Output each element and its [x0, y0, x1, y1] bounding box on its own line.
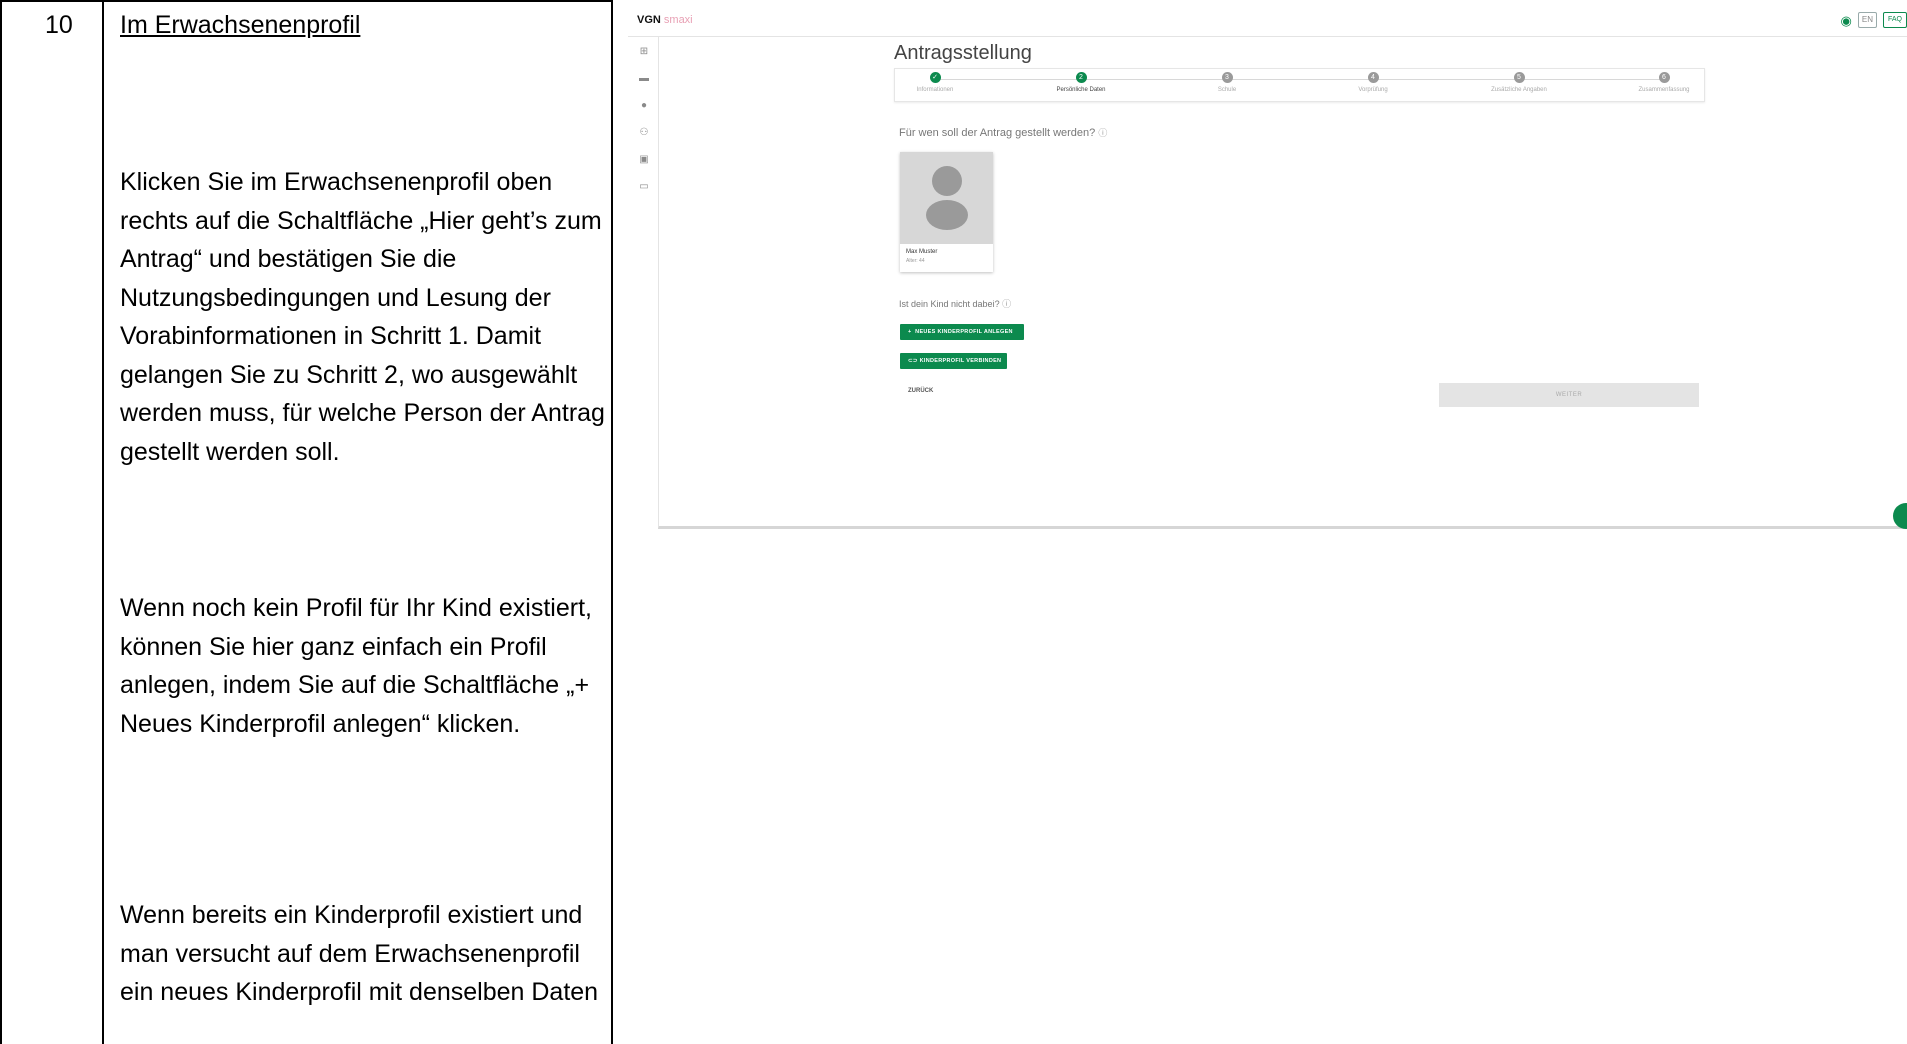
person-icon[interactable]: ●: [638, 100, 650, 112]
help-icon[interactable]: ⓘ: [1098, 128, 1107, 138]
step-informationen[interactable]: ✓ Informationen: [875, 72, 995, 93]
brand-logo[interactable]: VGN smaxi: [637, 14, 693, 26]
step-number: 10: [45, 11, 73, 39]
step-zusaetzliche-angaben[interactable]: 5 Zusätzliche Angaben: [1459, 72, 1579, 93]
step-marker: 4: [1367, 72, 1379, 83]
folder-icon[interactable]: ▬: [638, 73, 650, 85]
step-label: Zusammenfassung: [1638, 87, 1690, 93]
step-zusammenfassung[interactable]: 6 Zusammenfassung: [1604, 72, 1724, 93]
faq-button[interactable]: FAQ: [1882, 12, 1907, 28]
new-child-profile-button[interactable]: + NEUES KINDERPROFIL ANLEGEN: [900, 324, 1024, 340]
step-label: Zusätzliche Angaben: [1491, 87, 1547, 93]
people-icon[interactable]: ⚇: [638, 127, 650, 139]
top-bar: VGN smaxi ◉ EN FAQ: [628, 0, 1907, 37]
language-button[interactable]: EN: [1857, 12, 1877, 28]
button-label: KINDERPROFIL VERBINDEN: [919, 358, 1002, 364]
step-marker: 3: [1221, 72, 1233, 83]
link-icon: ⊂⊃: [908, 358, 920, 364]
avatar: [900, 152, 993, 244]
question-heading: Für wen soll der Antrag gestellt werden?…: [899, 126, 1107, 139]
step-label: Vorprüfung: [1358, 87, 1388, 93]
instruction-paragraph: Klicken Sie im Erwachsenenprofil oben re…: [120, 168, 605, 466]
step-label: Persönliche Daten: [1056, 87, 1106, 93]
step-label: Informationen: [916, 87, 954, 93]
button-label: NEUES KINDERPROFIL ANLEGEN: [915, 329, 1013, 335]
back-button[interactable]: ZURÜCK: [908, 388, 933, 394]
dashboard-icon[interactable]: ⊞: [638, 46, 650, 58]
chat-icon[interactable]: ▭: [638, 181, 650, 193]
step-vorpruefung[interactable]: 4 Vorprüfung: [1313, 72, 1433, 93]
step-label: Schule: [1217, 87, 1237, 93]
next-button[interactable]: WEITER: [1439, 383, 1699, 407]
question-text: Für wen soll der Antrag gestellt werden?: [899, 127, 1096, 139]
profile-card[interactable]: Max Muster Alter: 44: [900, 152, 993, 272]
step-persoenliche-daten[interactable]: 2 Persönliche Daten: [1021, 72, 1141, 93]
stepper: ✓ Informationen 2 Persönliche Daten 3 Sc…: [894, 68, 1705, 102]
missing-child-question: Ist dein Kind nicht dabei? ⓘ: [899, 297, 1011, 310]
missing-child-text: Ist dein Kind nicht dabei?: [899, 299, 1000, 309]
eye-icon[interactable]: ◉: [1841, 14, 1852, 27]
profile-name: Max Muster: [906, 249, 938, 255]
app-screenshot: VGN smaxi ◉ EN FAQ ⊞ ▬ ● ⚇ ▣ ▭ Antragsst…: [628, 0, 1907, 530]
brand-smaxi: smaxi: [663, 14, 693, 26]
step-schule[interactable]: 3 Schule: [1167, 72, 1287, 93]
instruction-paragraph: Wenn bereits ein Kinderprofil existiert …: [120, 901, 599, 1006]
column-divider: [102, 2, 104, 1044]
id-card-icon[interactable]: ▣: [638, 154, 650, 166]
avatar-head: [932, 166, 962, 196]
step-marker: 2: [1075, 72, 1087, 83]
side-nav: ⊞ ▬ ● ⚇ ▣ ▭: [628, 36, 658, 530]
link-child-profile-button[interactable]: ⊂⊃ KINDERPROFIL VERBINDEN: [900, 353, 1007, 369]
step-check-icon: ✓: [929, 72, 941, 83]
brand-vgn: VGN: [637, 14, 661, 26]
instruction-paragraph: Wenn noch kein Profil für Ihr Kind exist…: [120, 594, 592, 738]
profile-age: Alter: 44: [906, 258, 925, 264]
avatar-body: [926, 200, 968, 230]
step-marker: 6: [1658, 72, 1670, 83]
top-right-controls: ◉ EN FAQ: [1841, 12, 1907, 28]
page-title: Antragsstellung: [894, 42, 1032, 64]
instruction-table: 10 Im Erwachsenenprofil Klicken Sie im E…: [0, 0, 613, 1044]
help-icon[interactable]: ⓘ: [1002, 299, 1011, 309]
step-marker: 5: [1513, 72, 1525, 83]
step-title: Im Erwachsenenprofil: [120, 11, 361, 39]
main-content: [658, 36, 1907, 529]
